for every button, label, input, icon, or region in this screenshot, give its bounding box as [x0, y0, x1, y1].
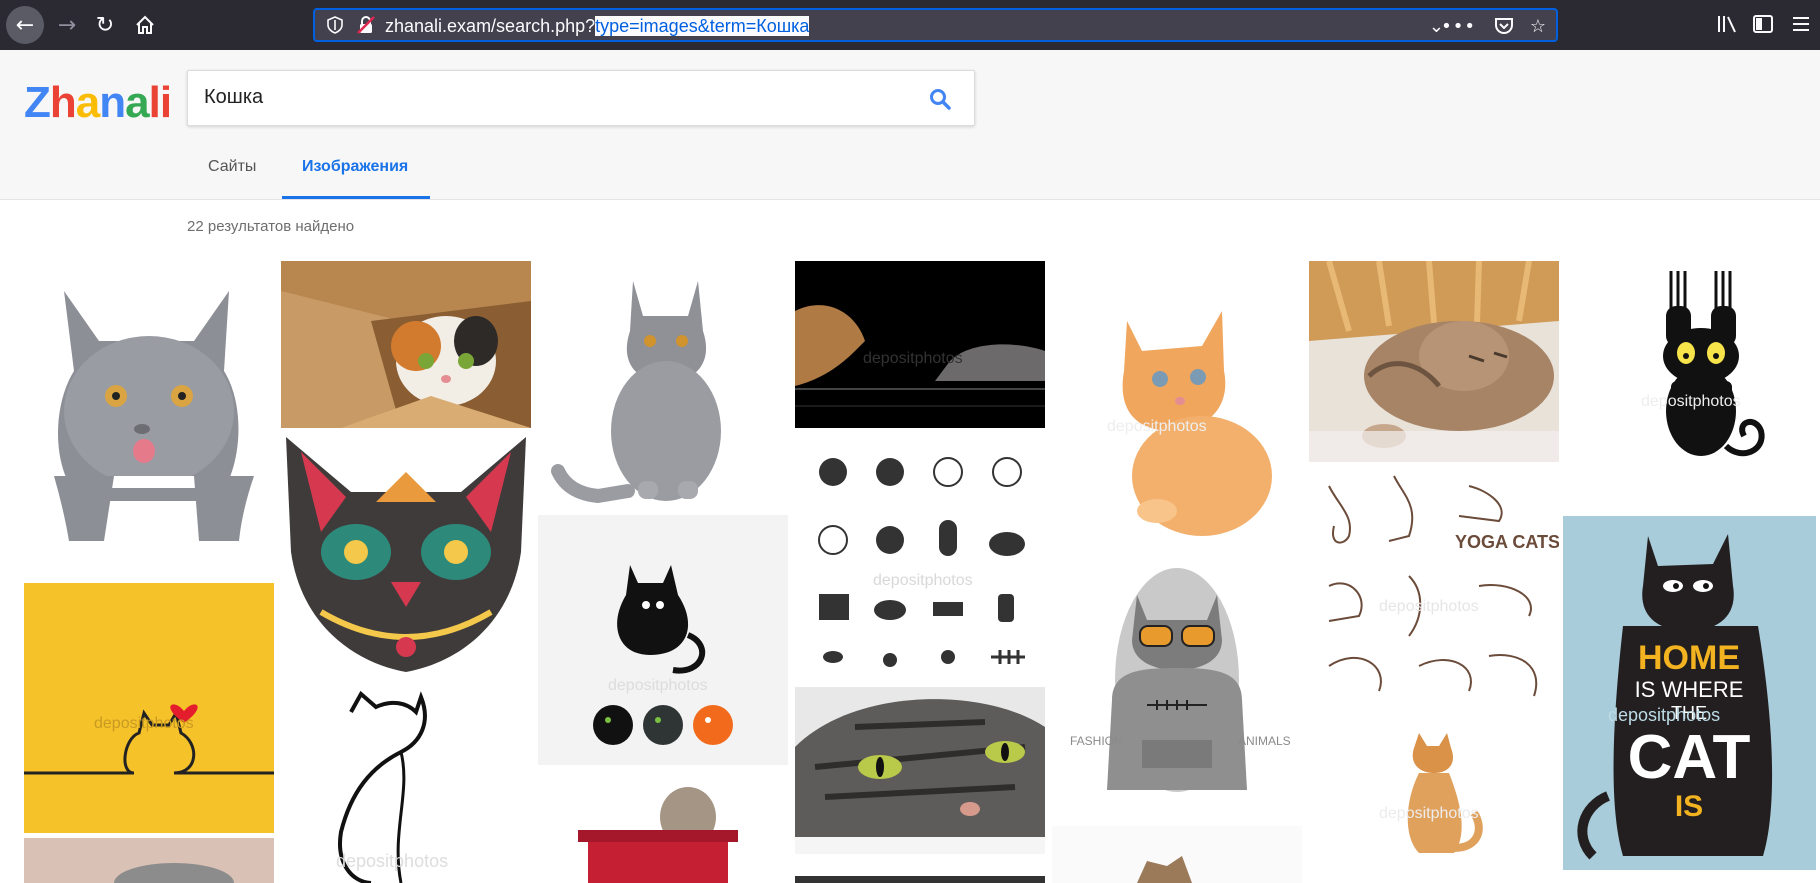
cat-in-box-photo [281, 261, 531, 428]
cat-photo [1052, 826, 1302, 883]
watermark-text: depositphotos [873, 572, 973, 589]
shield-icon[interactable] [327, 16, 343, 34]
image-result[interactable] [538, 261, 788, 511]
image-result[interactable] [24, 261, 274, 564]
image-result[interactable] [281, 261, 531, 428]
cat-icons-set: depositphotos [795, 432, 1045, 682]
logo-letter: n [99, 78, 126, 127]
image-result[interactable]: depositphotos [1566, 261, 1816, 511]
reload-icon: ↻ [95, 12, 115, 38]
tab-sites[interactable]: Сайты [208, 158, 256, 176]
poster-text-home: HOME [1638, 639, 1740, 677]
watermark-text: depositphotos [608, 677, 708, 694]
sleeping-kitten-photo [1309, 261, 1559, 462]
image-result[interactable] [24, 838, 274, 883]
watermark-text: depositphotos [336, 851, 448, 871]
poster-text-is: IS [1675, 790, 1703, 823]
home-button[interactable] [126, 6, 164, 44]
site-logo[interactable]: Zhanali [24, 78, 172, 128]
image-result[interactable]: depositphotos [281, 682, 531, 883]
hanging-black-cat: depositphotos [1566, 261, 1816, 511]
watermark-text: ANIMALS [1238, 734, 1291, 748]
home-icon [136, 15, 154, 34]
image-result[interactable] [281, 432, 531, 678]
forward-button[interactable]: → [48, 6, 86, 44]
yoga-cats-title: YOGA CATS [1455, 532, 1559, 552]
ginger-cat-photo: depositphotos [1309, 718, 1559, 883]
tab-images[interactable]: Изображения [302, 158, 408, 176]
cat-hoodie-illustration: FASHION ANIMALS [1052, 560, 1302, 810]
more-actions-icon[interactable]: ••• [1441, 16, 1476, 37]
image-result[interactable]: depositphotos [538, 515, 788, 765]
tabby-closeup [795, 687, 1045, 854]
url-text[interactable]: zhanali.exam/search.php?type=images&term… [385, 16, 810, 37]
line-art-cat: depositphotos [281, 682, 531, 883]
image-result[interactable]: HOME IS WHERE THE CAT IS depositphotos [1563, 516, 1816, 870]
home-cat-poster: HOME IS WHERE THE CAT IS depositphotos [1563, 516, 1816, 870]
logo-letter: a [125, 78, 150, 127]
watermark-text: depositphotos [1641, 393, 1741, 410]
image-result[interactable] [795, 876, 1045, 883]
poster-text-is-where: IS WHERE [1635, 677, 1744, 702]
yoga-cats-sketch: YOGA CATS depositphotos [1309, 466, 1559, 716]
back-button[interactable]: ← [6, 6, 44, 44]
image-result[interactable] [795, 687, 1045, 854]
menu-icon[interactable] [1790, 14, 1812, 34]
grey-kitten-photo [538, 261, 788, 511]
cat-photo [24, 838, 274, 883]
watermark-text: depositphotos [863, 350, 963, 367]
image-result[interactable]: YOGA CATS depositphotos [1309, 466, 1559, 716]
watermark-text: depositphotos [1107, 418, 1207, 435]
image-result[interactable]: depositphotos [1052, 261, 1302, 551]
watermark-text: depositphotos [1379, 805, 1479, 822]
image-result[interactable]: depositphotos [795, 432, 1045, 682]
cat-photo [24, 261, 274, 564]
library-icon[interactable] [1716, 14, 1738, 34]
image-result[interactable]: depositphotos [24, 583, 274, 833]
logo-letter: a [75, 78, 101, 127]
watermark-text: depositphotos [94, 715, 194, 732]
url-query-selected: type=images&term=Кошка [595, 16, 810, 36]
address-bar[interactable]: zhanali.exam/search.php?type=images&term… [313, 8, 1558, 42]
star-icon[interactable]: ☆ [1530, 16, 1546, 37]
reload-button[interactable]: ↻ [86, 6, 124, 44]
image-result[interactable] [538, 772, 788, 883]
yellow-line-cat-image: depositphotos [24, 583, 274, 833]
browser-toolbar: ← → ↻ zhanali.exam/search.php?type=image… [0, 0, 1820, 50]
search-icon[interactable] [928, 87, 952, 111]
two-cats-black-bg: depositphotos [795, 261, 1045, 428]
watermark-text: depositphotos [1379, 598, 1479, 615]
image-result[interactable] [1309, 261, 1559, 462]
kitten-in-gift-box [538, 772, 788, 883]
active-tab-indicator [282, 196, 430, 199]
ornamental-cat-head [281, 432, 531, 678]
cat-photo [795, 876, 1045, 883]
image-result[interactable]: depositphotos [795, 261, 1045, 428]
logo-letter: li [148, 78, 172, 127]
search-input[interactable] [202, 85, 886, 110]
arrow-right-icon: → [57, 12, 77, 38]
logo-letter: Z [24, 78, 51, 127]
black-cat-logo: depositphotos [538, 515, 788, 765]
poster-text-cat: CAT [1628, 723, 1751, 792]
image-result[interactable]: FASHION ANIMALS [1052, 560, 1302, 810]
result-count: 22 результатов найдено [187, 218, 355, 235]
pocket-icon[interactable] [1494, 17, 1514, 35]
watermark-text: FASHION [1070, 734, 1123, 748]
logo-letter: h [49, 78, 77, 127]
image-result[interactable] [1052, 826, 1302, 883]
search-header: Zhanali Сайты Изображения [0, 50, 1820, 200]
watermark-text: depositphotos [1608, 705, 1720, 725]
image-result[interactable]: depositphotos [1309, 718, 1559, 883]
search-box [187, 70, 975, 126]
arrow-left-icon: ← [15, 12, 35, 38]
sidebar-icon[interactable] [1752, 14, 1774, 34]
insecure-lock-icon[interactable] [357, 16, 375, 34]
ginger-kitten-photo: depositphotos [1052, 261, 1302, 551]
url-base: zhanali.exam/search.php? [385, 16, 596, 36]
